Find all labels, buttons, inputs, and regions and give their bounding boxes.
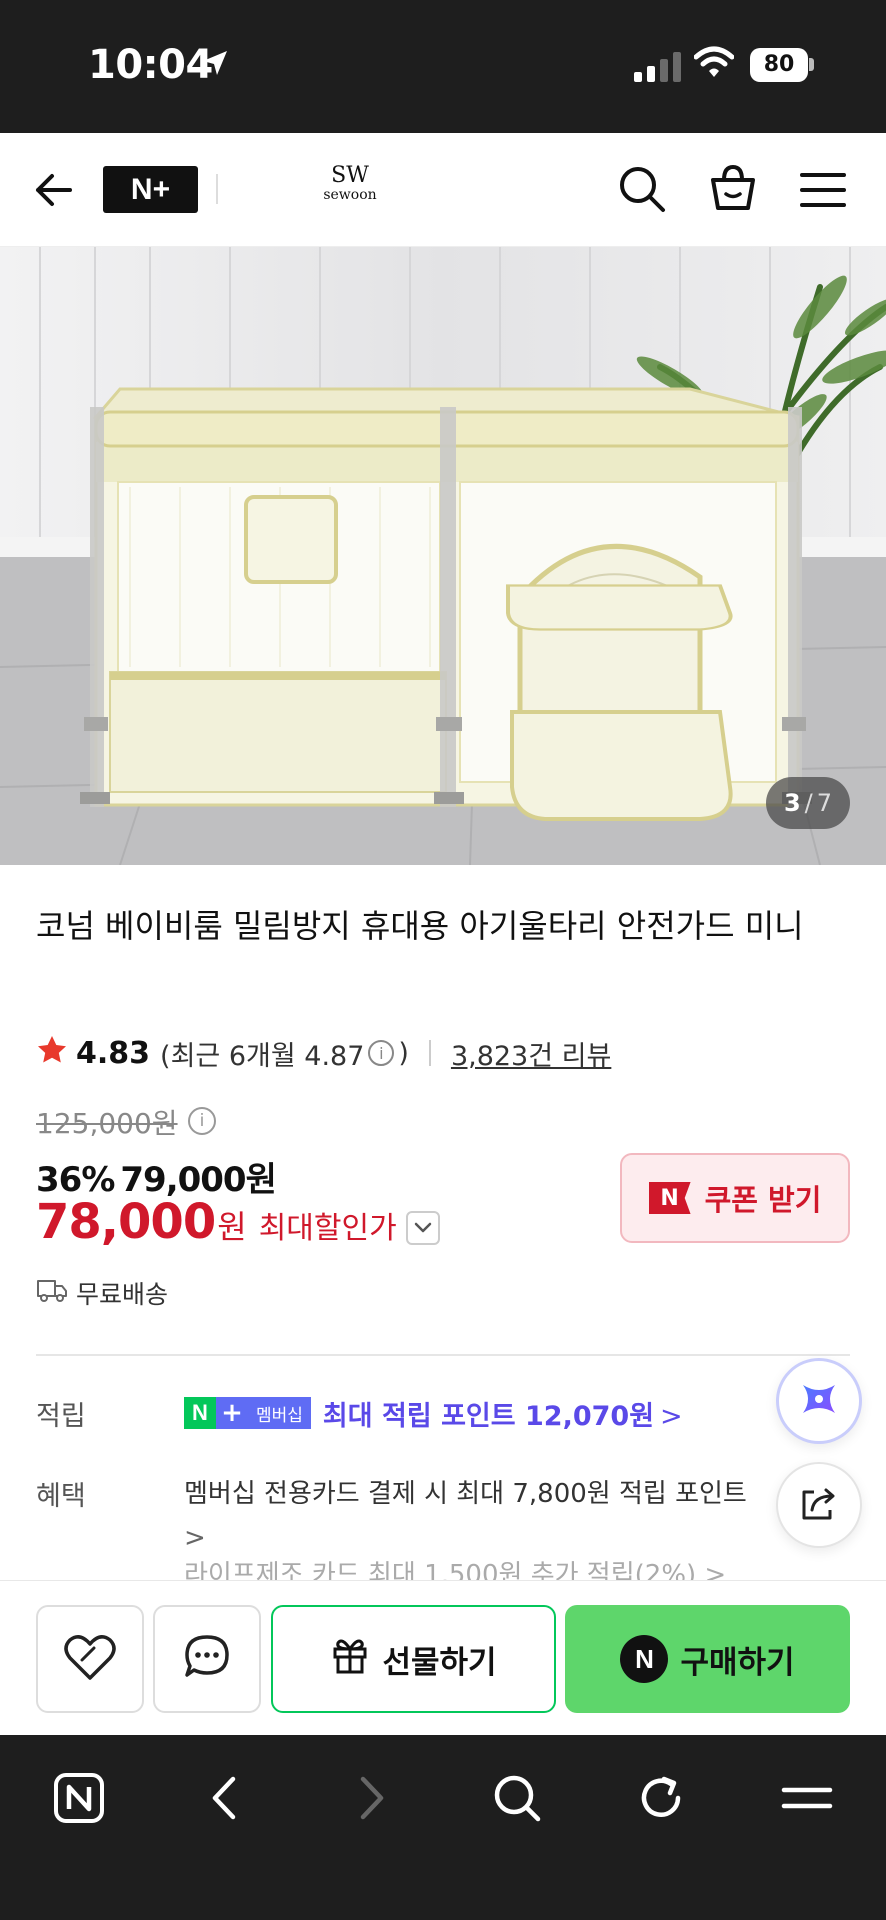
cellular-signal-icon (634, 50, 681, 82)
hamburger-menu-icon[interactable] (772, 1763, 842, 1833)
coupon-n-icon: N (648, 1182, 691, 1214)
naver-pay-icon: N (620, 1635, 669, 1683)
product-title: 코넘 베이비룸 밀림방지 휴대용 아기울타리 안전가드 미니 (36, 907, 804, 945)
reload-icon[interactable] (626, 1763, 696, 1833)
buy-label: 구매하기 (680, 1644, 795, 1681)
chevron-right-icon: > (184, 1523, 206, 1553)
benefit-next-line: 라이프제조 카드 최대 1,500원 추가 적립(2%) > (184, 1560, 727, 1581)
benefit-label: 혜택 (36, 1481, 86, 1512)
truck-icon (36, 1277, 68, 1309)
wishlist-button[interactable] (36, 1605, 144, 1713)
benefit-description: 멤버십 전용카드 결제 시 최대 7,800원 적립 포인트 (184, 1479, 747, 1509)
battery-indicator: 80 (750, 48, 808, 82)
max-discount-label: 최대할인가 (258, 1211, 397, 1246)
benefit-text: 멤버십 전용카드 결제 시 최대 7,800원 적립 포인트 > (184, 1472, 804, 1560)
max-points-label: 최대 적립 포인트 12,070원 (322, 1400, 655, 1432)
rating-row: 4.83 (최근 6개월 4.87 i ) 3,823건 리뷰 (36, 1033, 611, 1073)
recent-rating: (최근 6개월 4.87 (160, 1040, 365, 1072)
back-arrow-icon[interactable] (32, 168, 76, 216)
location-arrow-icon (200, 48, 230, 82)
final-price-line: 78,000 원 최대할인가 (36, 1194, 397, 1250)
wifi-icon (693, 46, 735, 82)
heart-icon (62, 1632, 118, 1686)
hamburger-menu-icon[interactable] (800, 171, 846, 213)
image-counter-separator: / (804, 789, 813, 817)
naver-home-icon[interactable] (44, 1763, 114, 1833)
chat-icon (182, 1632, 232, 1686)
coupon-label: 쿠폰 받기 (704, 1183, 822, 1217)
info-icon[interactable]: i (368, 1040, 395, 1066)
product-image-gallery[interactable]: 3 / 7 (0, 247, 886, 865)
top-header: N+ SW sewoon (0, 133, 886, 247)
gift-icon (330, 1635, 370, 1683)
gift-button[interactable]: 선물하기 (271, 1605, 556, 1713)
section-divider (36, 1354, 850, 1356)
coupon-button[interactable]: N 쿠폰 받기 (620, 1153, 850, 1243)
badge-membership: 멤버십 (248, 1397, 311, 1429)
original-price: 125,000원 (36, 1107, 178, 1140)
naver-plus-logo-text: N+ (130, 172, 171, 206)
points-label: 적립 (36, 1400, 86, 1432)
buy-button[interactable]: N 구매하기 (565, 1605, 850, 1713)
delivery-label: 무료배송 (76, 1280, 169, 1309)
review-count-link[interactable]: 3,823건 리뷰 (451, 1034, 611, 1073)
browser-toolbar (0, 1735, 886, 1920)
final-price: 78,000 (36, 1194, 216, 1250)
product-photo-playpen (0, 247, 886, 865)
chevron-left-icon[interactable] (190, 1763, 260, 1833)
badge-n: N (184, 1397, 216, 1429)
status-time: 10:04 (88, 42, 213, 88)
max-points-text: 최대 적립 포인트 12,070원 > (323, 1394, 683, 1433)
final-price-unit: 원 (217, 1208, 247, 1246)
chevron-down-icon[interactable] (406, 1211, 440, 1245)
share-icon (798, 1482, 840, 1528)
delivery-info: 무료배송 (36, 1275, 168, 1311)
bottom-action-bar: 선물하기 N 구매하기 (0, 1580, 886, 1735)
ai-assistant-button[interactable] (776, 1358, 862, 1444)
brand-logo-mark: SW (331, 163, 369, 188)
points-row[interactable]: 적립 N + 멤버십 최대 적립 포인트 12,070원 > (36, 1393, 836, 1433)
status-bar: 10:04 80 (0, 0, 886, 133)
price-info-icon[interactable]: i (188, 1107, 216, 1135)
image-counter-total: 7 (816, 789, 833, 817)
share-button[interactable] (776, 1462, 862, 1548)
naver-plus-membership-badge: N + 멤버십 (184, 1397, 311, 1429)
benefit-row[interactable]: 혜택 멤버십 전용카드 결제 시 최대 7,800원 적립 포인트 > (36, 1472, 836, 1560)
rating-score: 4.83 (76, 1035, 151, 1071)
search-icon[interactable] (482, 1763, 552, 1833)
brand-logo[interactable]: SW sewoon (318, 163, 382, 204)
chevron-right-icon[interactable] (336, 1763, 406, 1833)
search-icon[interactable] (616, 163, 668, 219)
chevron-right-icon: > (660, 1400, 683, 1432)
talk-talk-button[interactable] (153, 1605, 261, 1713)
naver-plus-logo[interactable]: N+ (103, 166, 198, 213)
header-divider (216, 174, 218, 204)
recent-rating-close: ) (398, 1037, 409, 1069)
battery-tip (809, 58, 814, 71)
rating-separator (428, 1040, 431, 1066)
badge-plus: + (216, 1397, 248, 1429)
brand-logo-name: sewoon (323, 187, 377, 203)
image-counter-current: 3 (783, 789, 801, 817)
star-icon (36, 1034, 68, 1073)
shopping-bag-icon[interactable] (706, 161, 760, 219)
gift-label: 선물하기 (382, 1644, 497, 1681)
ai-sparkle-icon (797, 1377, 841, 1425)
image-counter: 3 / 7 (766, 777, 850, 829)
